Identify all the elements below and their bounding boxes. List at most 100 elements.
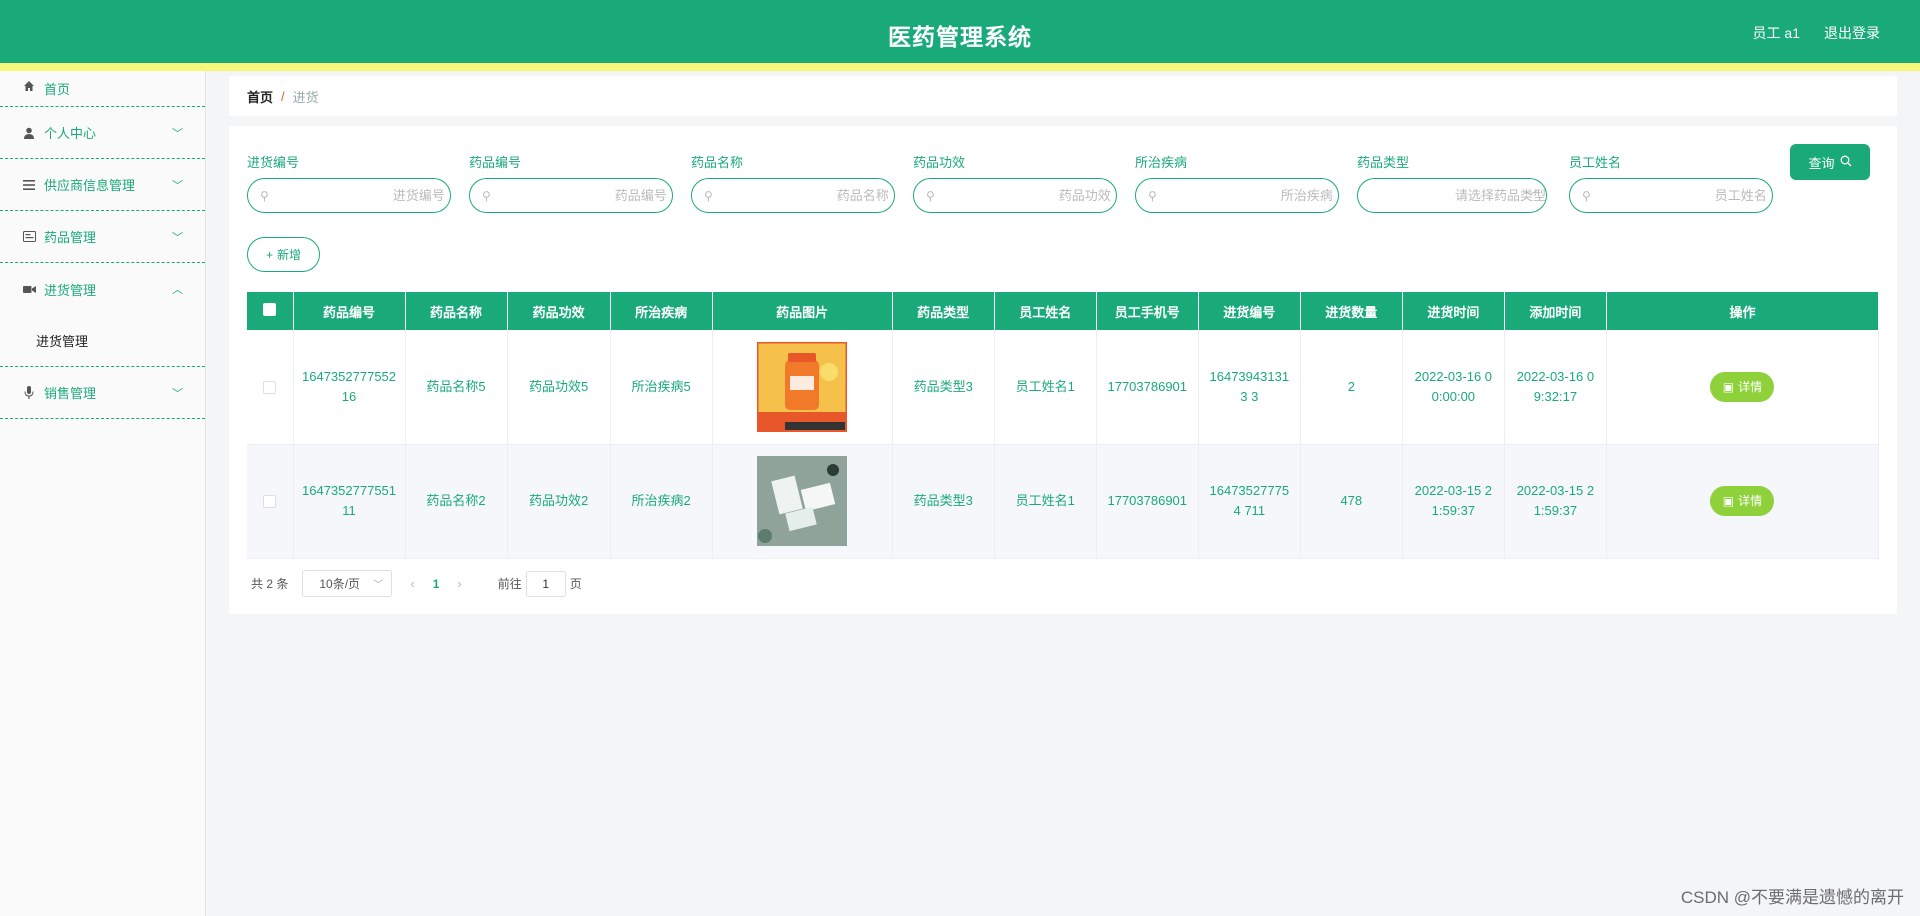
filter-label: 进货编号 <box>247 155 300 170</box>
sidebar-item-label: 首页 <box>44 82 71 97</box>
column-header[interactable]: 药品名称 <box>405 292 508 330</box>
sidebar-item-drugs[interactable]: 药品管理 ﹀ <box>0 211 205 263</box>
filter-drug-name: 药品名称 ⚲ <box>691 152 903 213</box>
chevron-down-icon: ﹀ <box>1525 190 1536 203</box>
column-header[interactable]: 进货数量 <box>1300 292 1403 330</box>
select-all-cell <box>247 292 294 330</box>
select-all-checkbox[interactable] <box>263 303 277 316</box>
column-header[interactable]: 员工手机号 <box>1096 292 1199 330</box>
sidebar-item-sales[interactable]: 销售管理 ﹀ <box>0 367 205 419</box>
employee-name-input[interactable] <box>1590 188 1781 203</box>
plus-icon: + <box>265 247 273 262</box>
app-title: 医药管理系统 <box>888 24 1032 50</box>
detail-button[interactable]: ▣ 详情 <box>1710 371 1775 402</box>
drug-effect-input[interactable] <box>934 188 1125 203</box>
column-header[interactable]: 药品类型 <box>892 292 995 330</box>
added-time-cell: 2022-03-16 09:32:17 <box>1504 330 1607 445</box>
purchase-qty-cell: 2 <box>1300 330 1403 445</box>
page-size-select[interactable]: 10条/页 ﹀ <box>302 570 393 597</box>
goto-page-input[interactable] <box>525 570 566 597</box>
filter-input-box: ⚲ <box>469 178 681 213</box>
document-icon: ▣ <box>1722 494 1735 508</box>
card-icon <box>22 230 36 244</box>
chevron-down-icon: ﹀ <box>172 387 183 400</box>
column-header[interactable]: 进货编号 <box>1198 292 1301 330</box>
sidebar-item-label: 供应商信息管理 <box>44 178 136 193</box>
search-icon <box>1840 155 1852 170</box>
sidebar-item-home[interactable]: 首页 <box>0 71 205 107</box>
sidebar-item-supplier[interactable]: 供应商信息管理 ﹀ <box>0 159 205 211</box>
page-size-value: 10条/页 <box>319 577 361 591</box>
row-checkbox[interactable] <box>263 495 277 509</box>
drug-type-cell: 药品类型3 <box>892 330 995 445</box>
search-icon: ⚲ <box>482 188 491 203</box>
purchase-no-input[interactable] <box>268 188 459 203</box>
column-header[interactable]: 药品功效 <box>507 292 611 330</box>
page-suffix: 页 <box>569 577 582 591</box>
column-header[interactable]: 所治疾病 <box>610 292 713 330</box>
employee-phone-cell: 17703786901 <box>1096 330 1199 445</box>
drug-name-input[interactable] <box>712 188 903 203</box>
breadcrumb-separator: / <box>281 88 285 104</box>
action-cell: ▣ 详情 <box>1606 330 1880 445</box>
column-header[interactable]: 员工姓名 <box>994 292 1097 330</box>
chevron-down-icon: ﹀ <box>172 179 183 192</box>
drug-image[interactable] <box>757 341 848 432</box>
home-icon <box>22 79 36 93</box>
search-icon: ⚲ <box>1148 188 1157 203</box>
sidebar-item-label: 销售管理 <box>44 386 97 401</box>
breadcrumb-current: 进货 <box>292 89 319 105</box>
detail-button[interactable]: ▣ 详情 <box>1710 486 1775 516</box>
disease-input[interactable] <box>1156 188 1347 203</box>
filter-input-box: ⚲ <box>691 178 903 213</box>
document-icon: ▣ <box>1722 379 1735 394</box>
drug-no-input[interactable] <box>490 188 681 203</box>
disease-cell: 所治疾病2 <box>610 444 713 559</box>
prev-page-button[interactable]: ‹ <box>410 576 414 591</box>
query-button[interactable]: 查询 <box>1790 144 1870 180</box>
column-header[interactable]: 药品图片 <box>712 292 893 330</box>
detail-label: 详情 <box>1738 379 1763 394</box>
sidebar-item-purchase[interactable]: 进货管理 ︿ <box>0 263 205 315</box>
page-number[interactable]: 1 <box>433 577 440 591</box>
drug-type-select[interactable]: ﹀ <box>1357 178 1562 213</box>
employee-name-cell: 员工姓名1 <box>994 330 1097 445</box>
row-checkbox[interactable] <box>263 380 277 394</box>
watermark: CSDN @不要满是遗憾的离开 <box>1680 888 1904 907</box>
table-row: 1647352777551 11 药品名称2 药品功效2 所治疾病2 药品类型3… <box>247 444 1880 559</box>
sidebar-item-profile[interactable]: 个人中心 ﹀ <box>0 107 205 159</box>
sidebar-item-label: 个人中心 <box>44 126 97 141</box>
detail-label: 详情 <box>1738 494 1763 508</box>
filter-label: 药品功效 <box>913 155 966 170</box>
employee-phone-cell: 17703786901 <box>1096 444 1199 559</box>
column-header[interactable]: 添加时间 <box>1504 292 1607 330</box>
drug-image[interactable] <box>757 456 848 546</box>
column-header[interactable]: 进货时间 <box>1402 292 1505 330</box>
sidebar-subitem-purchase[interactable]: 进货管理 <box>0 315 205 367</box>
top-header: 医药管理系统 员工 a1 退出登录 <box>0 0 1920 63</box>
drug-effect-cell: 药品功效5 <box>507 330 611 445</box>
chevron-down-icon: ﹀ <box>373 580 384 591</box>
drug-effect-cell: 药品功效2 <box>507 444 611 559</box>
search-icon: ⚲ <box>704 188 713 203</box>
next-page-button[interactable]: › <box>457 576 461 591</box>
logout-link[interactable]: 退出登录 <box>1824 23 1880 43</box>
chevron-up-icon: ︿ <box>172 284 183 296</box>
query-label: 查询 <box>1808 155 1835 171</box>
filter-label: 药品类型 <box>1357 155 1410 170</box>
column-header: 操作 <box>1606 292 1880 330</box>
breadcrumb: 首页 / 进货 <box>229 76 1897 116</box>
goto-label: 前往 <box>497 577 522 591</box>
column-header[interactable]: 药品编号 <box>293 292 406 330</box>
purchase-time-cell: 2022-03-15 21:59:37 <box>1402 444 1505 559</box>
filter-drug-effect: 药品功效 ⚲ <box>913 152 1125 213</box>
row-select-cell <box>247 444 294 559</box>
table-row: 1647352777552 16 药品名称5 药品功效5 所治疾病5 药品类型3… <box>247 330 1880 445</box>
mic-icon <box>22 386 36 400</box>
add-button[interactable]: + 新增 <box>247 237 320 272</box>
row-select-cell <box>247 330 294 445</box>
drug-image-cell <box>712 330 893 445</box>
drug-name-cell: 药品名称5 <box>405 330 508 445</box>
employee-name-cell: 员工姓名1 <box>994 444 1097 559</box>
breadcrumb-home[interactable]: 首页 <box>247 87 273 106</box>
